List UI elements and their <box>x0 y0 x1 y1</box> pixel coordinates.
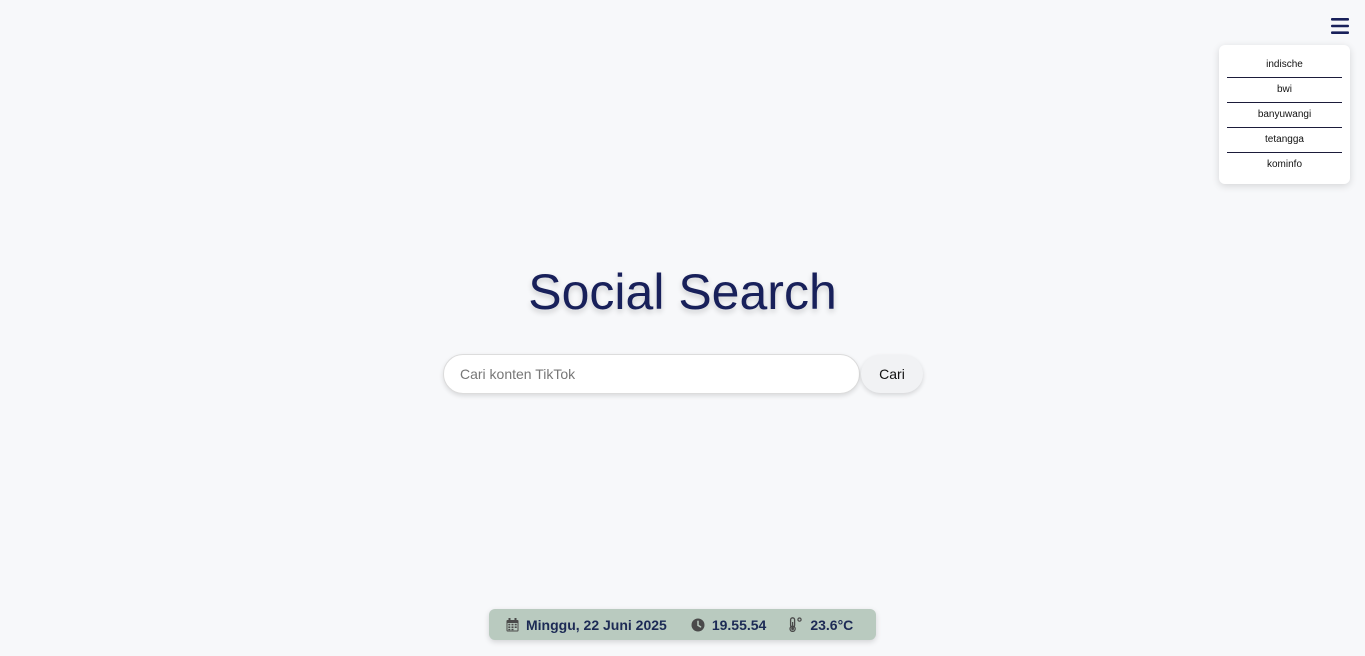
search-button[interactable]: Cari <box>861 355 923 393</box>
page: indische bwi banyuwangi tetangga kominfo… <box>0 0 1365 656</box>
calendar-icon <box>506 617 519 631</box>
date-text: Minggu, 22 Juni 2025 <box>526 616 667 633</box>
hamburger-menu-button[interactable] <box>1328 14 1352 38</box>
status-temperature: 23.6°C <box>788 617 853 633</box>
temperature-text: 23.6°C <box>810 616 854 633</box>
time-text: 19.55.54 <box>711 616 767 633</box>
menu-item-kominfo[interactable]: kominfo <box>1227 153 1342 177</box>
menu-item-bwi[interactable]: bwi <box>1227 78 1342 103</box>
menu-item-tetangga[interactable]: tetangga <box>1227 128 1342 153</box>
status-bar: Minggu, 22 Juni 2025 19.55.54 23.6°C <box>489 609 876 640</box>
dropdown-menu: indische bwi banyuwangi tetangga kominfo <box>1219 45 1350 184</box>
menu-item-banyuwangi[interactable]: banyuwangi <box>1227 103 1342 128</box>
menu-item-indische[interactable]: indische <box>1227 53 1342 78</box>
hamburger-icon <box>1331 18 1349 34</box>
thermometer-icon <box>789 617 803 632</box>
search-input[interactable] <box>443 354 860 394</box>
page-title: Social Search <box>528 264 837 320</box>
status-date: Minggu, 22 Juni 2025 <box>506 617 667 633</box>
status-time: 19.55.54 <box>691 616 767 633</box>
clock-icon <box>691 618 705 631</box>
